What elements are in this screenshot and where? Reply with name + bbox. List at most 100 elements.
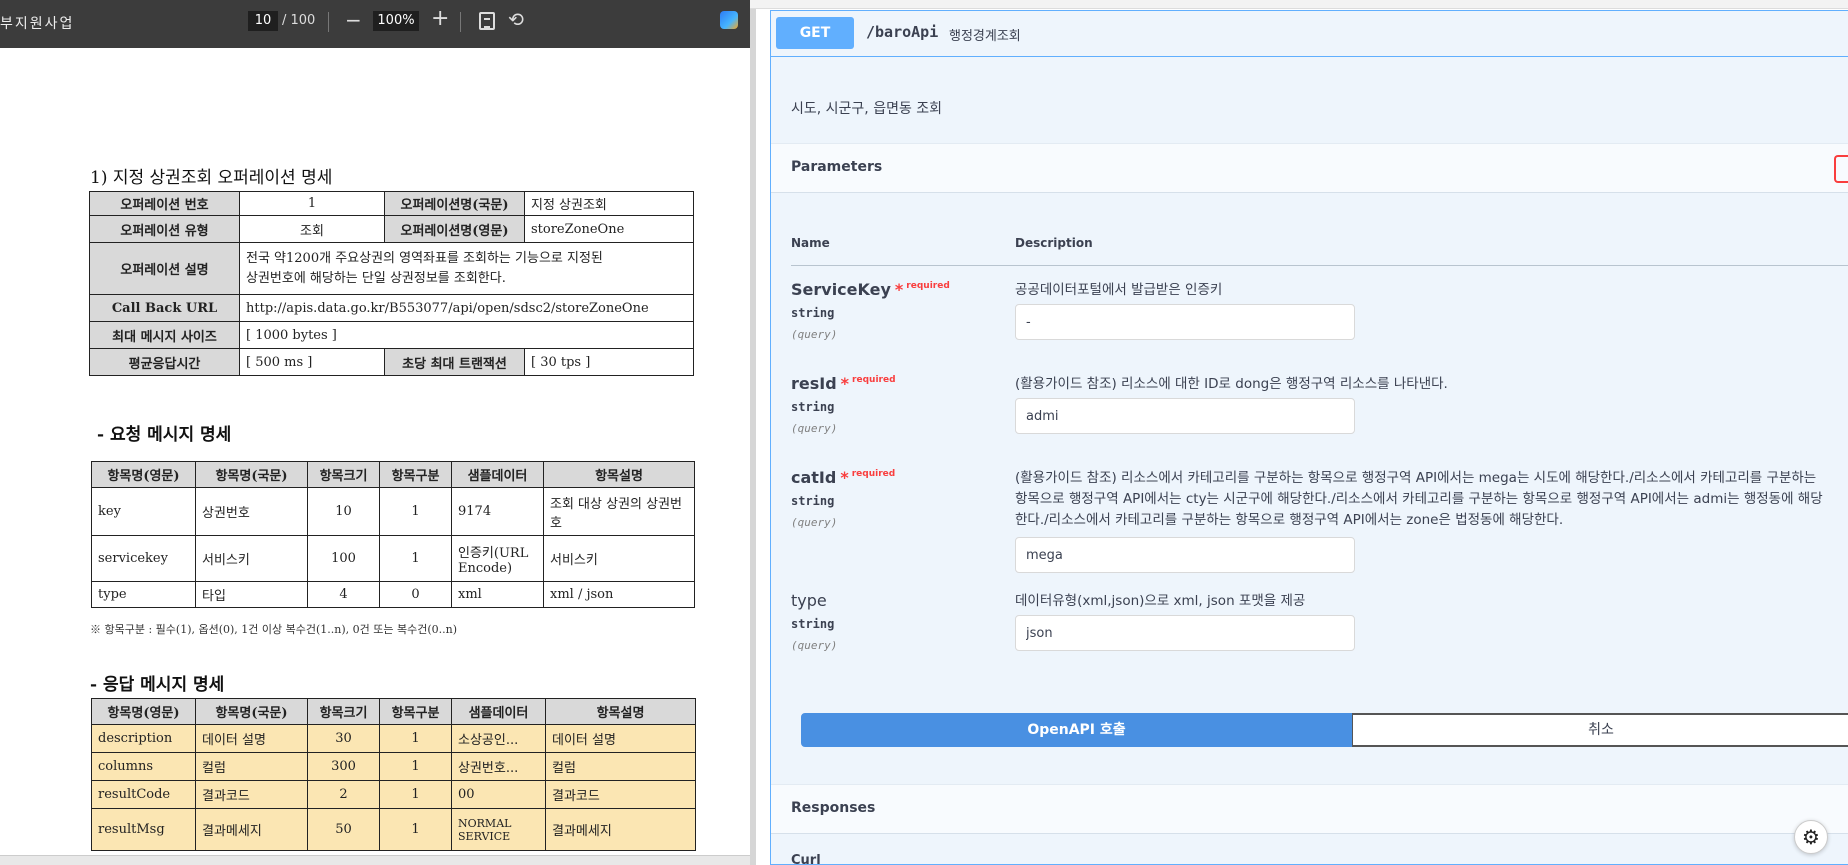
col-header: 항목명(국문) [195,461,308,488]
col-header: 샘플데이터 [451,698,546,725]
cell-size: 10 [307,487,380,536]
param-name: catId * required [791,468,895,487]
cell-size: 2 [307,780,380,809]
horizontal-scrollbar[interactable] [0,855,750,865]
resid-input[interactable] [1015,398,1355,434]
op-desc-line: 상권번호에 해당하는 단일 상권정보를 조회한다. [246,270,506,286]
cell-en: resultMsg [91,808,196,851]
response-table: 항목명(영문) 항목명(국문) 항목크기 항목구분 샘플데이터 항목설명 des… [91,698,696,851]
toolbar-divider [460,12,461,32]
try-it-out-button[interactable] [1834,155,1848,183]
table-row: key 상권번호 10 1 9174 조회 대상 상권의 상권번호 [91,487,695,536]
op-desc-line: 전국 약1200개 주요상권의 영역좌표를 조회하는 기능으로 지정된 [246,250,603,266]
cell-div: 1 [379,808,452,851]
operation-header[interactable]: GET /baroApi 행정경계조회 [771,11,1848,57]
cell-size: 4 [307,581,380,608]
cell-size: 50 [307,808,380,851]
param-type: string [791,617,835,631]
cell-desc: 컬럼 [545,752,696,781]
table-row: resultCode 결과코드 2 1 00 결과코드 [91,780,696,809]
param-description-line: 한다./리소스에서 카테고리를 구분하는 항목으로 행정구역 API에서는 zo… [1015,512,1564,528]
type-input[interactable] [1015,615,1355,651]
response-title: - 응답 메시지 명세 [90,675,225,695]
cell-sample: 9174 [451,487,544,536]
required-label: required [852,375,896,385]
cell-sample: 인증키(URL Encode) [451,535,544,582]
catid-input[interactable] [1015,537,1355,573]
cell-en: servicekey [91,535,196,582]
col-header: 항목크기 [307,698,380,725]
col-header: 항목구분 [379,461,452,488]
op-desc-label: 오퍼레이션 설명 [89,242,240,295]
cell-size: 30 [307,724,380,753]
op-name-en-label: 오퍼레이션명(영문) [384,215,525,243]
cell-desc: 조회 대상 상권의 상권번호 [543,487,695,536]
api-top-strip [750,0,1848,9]
toolbar-divider [328,12,329,32]
op-type: 조회 [239,215,385,243]
table-row: type 타입 4 0 xml xml / json [91,581,695,608]
api-panel: GET /baroApi 행정경계조회 시도, 시군구, 읍면동 조회 Para… [750,0,1848,865]
callback-url: http://apis.data.go.kr/B553077/api/open/… [239,294,694,322]
param-description-line: 항목으로 행정구역 API에서는 cty는 시군구에 해당한다./리소스에서 카… [1015,491,1823,507]
col-header: 항목크기 [307,461,380,488]
op-name-kr-label: 오퍼레이션명(국문) [384,191,525,216]
max-tps-label: 초당 최대 트랜잭션 [384,348,525,376]
op-type-label: 오퍼레이션 유형 [89,215,240,243]
param-location: (query) [791,328,838,341]
execute-button[interactable]: OpenAPI 호출 [801,713,1352,747]
param-name: resId * required [791,374,896,393]
pdf-toolbar: 부지원사업 10 / 100 − 100% + ⟲ [0,0,750,48]
cell-desc: 데이터 설명 [545,724,696,753]
app-extension-icon[interactable] [720,11,738,29]
param-description: 공공데이터포털에서 발급받은 인증키 [1015,282,1223,298]
page-number-input[interactable]: 10 [248,11,278,31]
zoom-level-input[interactable]: 100% [373,11,419,31]
cell-kr: 결과메세지 [195,808,308,851]
execute-bar: OpenAPI 호출 취소 [801,711,1848,753]
cell-kr: 데이터 설명 [195,724,308,753]
callback-label: Call Back URL [89,294,240,322]
cell-div: 1 [379,724,452,753]
cell-desc: 결과코드 [545,780,696,809]
max-tps: [ 30 tps ] [524,348,694,376]
responses-title: Responses [791,800,876,816]
table-row: servicekey 서비스키 100 1 인증키(URL Encode) 서비… [91,535,695,582]
section-title: 1) 지정 상권조회 오퍼레이션 명세 [90,168,333,188]
assistant-icon[interactable]: ⚙ [1794,820,1828,854]
pdf-viewer: 부지원사업 10 / 100 − 100% + ⟲ 1) 지정 상권조회 오퍼레… [0,0,750,865]
cell-en: key [91,487,196,536]
max-msg: [ 1000 bytes ] [239,321,694,349]
col-header: 항목구분 [379,698,452,725]
col-header: 항목설명 [545,698,696,725]
cancel-button[interactable]: 취소 [1352,713,1848,747]
document-title: 부지원사업 [0,16,75,32]
page-total: / 100 [282,13,316,28]
rotate-icon[interactable]: ⟲ [508,9,524,31]
param-description: (활용가이드 참조) 리소스에 대한 ID로 dong은 행정구역 리소스를 나… [1015,376,1448,392]
table-row: columns 컬럼 300 1 상권번호... 컬럼 [91,752,696,781]
col-header: 항목명(국문) [195,698,308,725]
column-name-header: Name [791,236,830,250]
operation-path: /baroApi [866,23,939,41]
curl-title: Curl [791,853,821,865]
pane-divider[interactable] [750,0,756,865]
cell-size: 300 [307,752,380,781]
op-desc: 전국 약1200개 주요상권의 영역좌표를 조회하는 기능으로 지정된 상권번호… [239,242,694,295]
fit-page-icon[interactable] [479,12,495,30]
operation-table: 오퍼레이션 번호 1 오퍼레이션명(국문) 지정 상권조회 오퍼레이션 유형 조… [89,191,694,376]
zoom-in-icon[interactable]: + [431,6,449,31]
responses-header: Responses [771,784,1848,834]
cell-kr: 컬럼 [195,752,308,781]
required-star: * [894,280,904,299]
col-header: 샘플데이터 [451,461,544,488]
param-description: (활용가이드 참조) 리소스에서 카테고리를 구분하는 항목으로 행정구역 AP… [1015,468,1848,531]
cell-en: description [91,724,196,753]
cell-div: 1 [379,752,452,781]
operation-description: 시도, 시군구, 읍면동 조회 [791,101,943,117]
cell-kr: 상권번호 [195,487,308,536]
servicekey-input[interactable] [1015,304,1355,340]
zoom-out-icon[interactable]: − [345,8,362,32]
cell-sample: 소상공인... [451,724,546,753]
param-type: string [791,306,835,320]
